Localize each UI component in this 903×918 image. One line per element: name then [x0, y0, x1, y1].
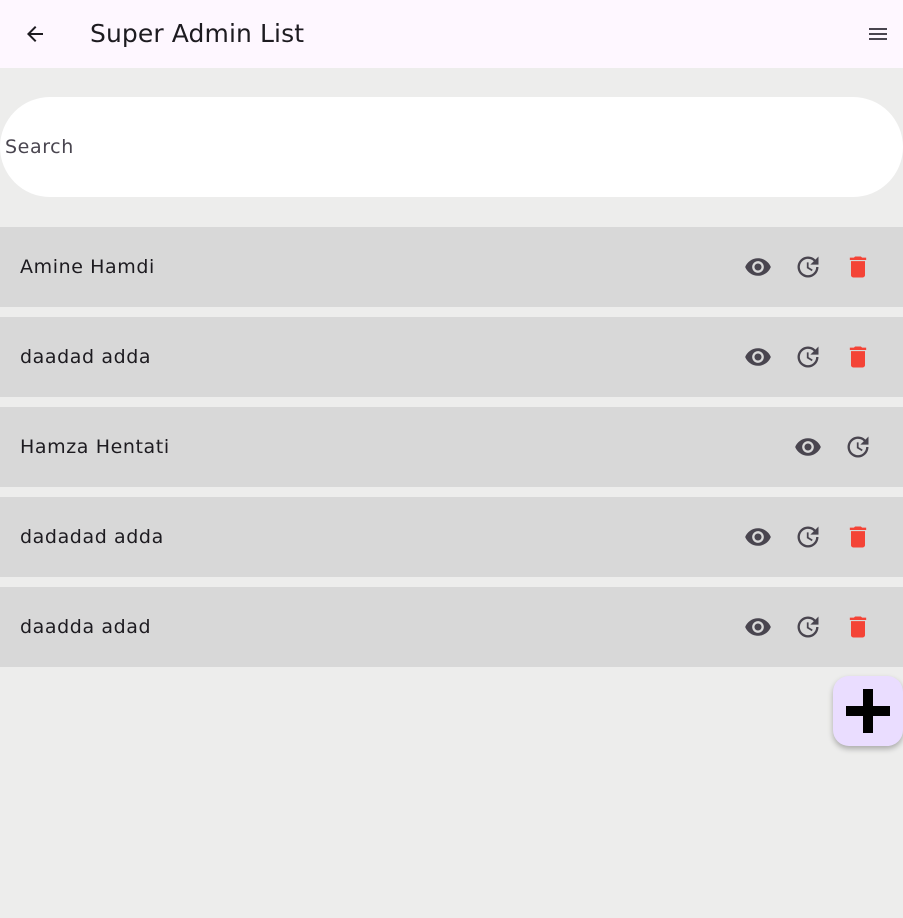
- admin-row: daadda adad: [0, 587, 903, 667]
- delete-admin-button[interactable]: [833, 247, 883, 287]
- app-bar: Super Admin List: [0, 0, 903, 68]
- admin-row-actions: [733, 337, 883, 377]
- restore-clock-icon: [797, 256, 819, 278]
- trash-icon: [849, 346, 867, 368]
- restore-clock-icon: [797, 526, 819, 548]
- trash-icon: [849, 616, 867, 638]
- view-admin-button[interactable]: [733, 247, 783, 287]
- eye-icon: [745, 258, 771, 276]
- plus-icon: [846, 689, 890, 733]
- admin-name: daadda adad: [20, 616, 152, 638]
- delete-admin-button[interactable]: [833, 517, 883, 557]
- eye-icon: [745, 618, 771, 636]
- reset-admin-button[interactable]: [783, 247, 833, 287]
- menu-icon: [869, 28, 887, 40]
- admin-row-actions: [733, 517, 883, 557]
- menu-button[interactable]: [858, 14, 898, 54]
- admin-row: Hamza Hentati: [0, 407, 903, 487]
- admin-name: daadad adda: [20, 346, 152, 368]
- arrow-back-icon: [27, 26, 43, 42]
- view-admin-button[interactable]: [733, 607, 783, 647]
- add-admin-button[interactable]: [833, 676, 903, 746]
- view-admin-button[interactable]: [733, 337, 783, 377]
- admin-row-actions: [733, 607, 883, 647]
- eye-icon: [745, 348, 771, 366]
- search-box: [0, 97, 903, 197]
- admin-row: daadad adda: [0, 317, 903, 397]
- view-admin-button[interactable]: [783, 427, 833, 467]
- reset-admin-button[interactable]: [833, 427, 883, 467]
- admin-row-actions: [733, 247, 883, 287]
- admin-name: Hamza Hentati: [20, 436, 170, 458]
- view-admin-button[interactable]: [733, 517, 783, 557]
- eye-icon: [795, 438, 821, 456]
- admin-name: dadadad adda: [20, 526, 164, 548]
- page-title: Super Admin List: [90, 19, 305, 48]
- trash-icon: [849, 256, 867, 278]
- trash-icon: [849, 526, 867, 548]
- admin-row: Amine Hamdi: [0, 227, 903, 307]
- eye-icon: [745, 528, 771, 546]
- reset-admin-button[interactable]: [783, 517, 833, 557]
- restore-clock-icon: [797, 346, 819, 368]
- restore-clock-icon: [797, 616, 819, 638]
- delete-admin-button[interactable]: [833, 607, 883, 647]
- delete-admin-button[interactable]: [833, 337, 883, 377]
- admin-row-actions: [783, 427, 883, 467]
- restore-clock-icon: [847, 436, 869, 458]
- search-input[interactable]: [5, 97, 885, 197]
- reset-admin-button[interactable]: [783, 607, 833, 647]
- admin-name: Amine Hamdi: [20, 256, 155, 278]
- admin-row: dadadad adda: [0, 497, 903, 577]
- reset-admin-button[interactable]: [783, 337, 833, 377]
- back-button[interactable]: [15, 14, 55, 54]
